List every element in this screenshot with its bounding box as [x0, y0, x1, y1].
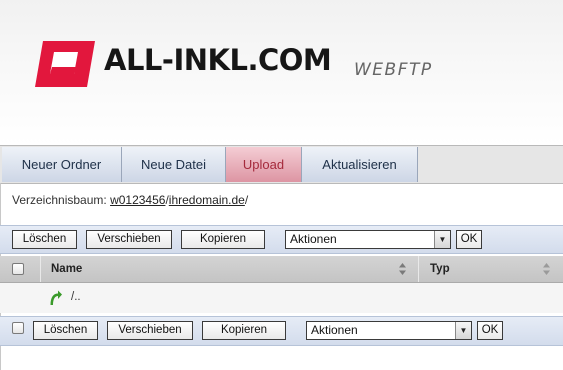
actions-select-value: Aktionen — [311, 323, 358, 337]
chevron-down-icon[interactable]: ▼ — [455, 322, 471, 339]
actions-select-value: Aktionen — [290, 232, 337, 246]
actions-select[interactable]: Aktionen ▼ — [285, 230, 451, 249]
delete-button[interactable]: Löschen — [33, 321, 98, 340]
move-button[interactable]: Verschieben — [107, 321, 193, 340]
copy-button[interactable]: Kopieren — [181, 230, 265, 249]
action-bar-top: Löschen Verschieben Kopieren Aktionen ▼ O… — [0, 225, 563, 254]
toolbar-nav: Neuer Ordner Neue Datei Upload Aktualisi… — [0, 145, 563, 184]
sort-icon[interactable] — [398, 262, 407, 276]
refresh-button[interactable]: Aktualisieren — [302, 147, 418, 182]
breadcrumb-label: Verzeichnisbaum: — [12, 193, 111, 207]
breadcrumb: Verzeichnisbaum: w0123456/ihredomain.de/ — [12, 193, 248, 207]
actions-select[interactable]: Aktionen ▼ — [306, 321, 472, 340]
brand-logo-icon — [35, 41, 95, 87]
action-bar-bottom: Löschen Verschieben Kopieren Aktionen ▼ O… — [0, 316, 563, 346]
column-header-type[interactable]: Typ — [430, 256, 450, 282]
product-name: WEBFTP — [354, 60, 433, 80]
column-divider — [418, 256, 419, 282]
brand-name: ALL-INKL.COM — [104, 43, 332, 77]
select-all-checkbox[interactable] — [12, 322, 24, 334]
header: ALL-INKL.COM WEBFTP — [0, 0, 563, 145]
ok-button[interactable]: OK — [456, 230, 482, 249]
new-folder-button[interactable]: Neuer Ordner — [2, 147, 122, 182]
column-divider — [40, 256, 41, 282]
row-name[interactable]: /.. — [71, 291, 81, 303]
move-button[interactable]: Verschieben — [86, 230, 172, 249]
copy-button[interactable]: Kopieren — [202, 321, 286, 340]
ok-button[interactable]: OK — [477, 321, 503, 340]
breadcrumb-separator: / — [244, 193, 249, 207]
breadcrumb-link-domain[interactable]: ihredomain.de — [169, 193, 245, 207]
table-row[interactable]: /.. — [0, 283, 563, 313]
upload-button[interactable]: Upload — [226, 147, 302, 182]
table-header: Name Typ — [0, 256, 563, 283]
up-arrow-icon — [50, 290, 62, 305]
chevron-down-icon[interactable]: ▼ — [434, 231, 450, 248]
column-header-name[interactable]: Name — [51, 256, 82, 282]
sort-icon[interactable] — [542, 262, 551, 276]
breadcrumb-link-account[interactable]: w0123456 — [110, 193, 165, 207]
new-file-button[interactable]: Neue Datei — [122, 147, 226, 182]
delete-button[interactable]: Löschen — [12, 230, 77, 249]
select-all-checkbox[interactable] — [12, 263, 24, 275]
